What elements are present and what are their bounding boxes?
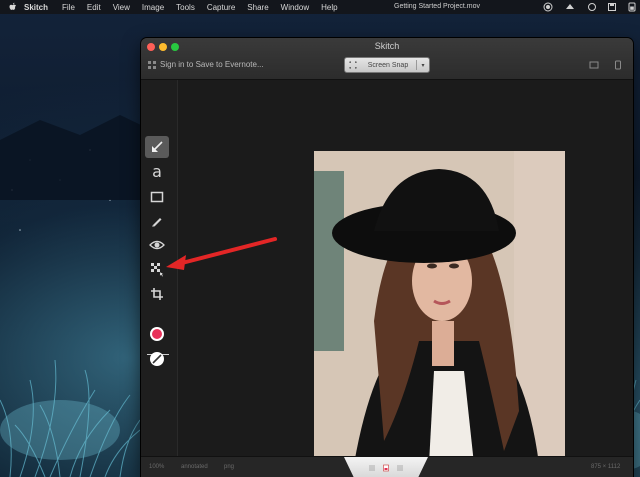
arrow-tool-icon <box>152 141 163 152</box>
lines-right-icon <box>397 465 403 470</box>
window-titlebar: Skitch Sign in to Save to Evernote... Sc… <box>141 38 633 80</box>
crop-tool-button[interactable] <box>145 283 169 305</box>
menu-file[interactable]: File <box>62 3 75 12</box>
red-annotation-arrow <box>166 237 277 270</box>
lines-icon <box>369 465 375 470</box>
status-bar: 100% annotated png 875 × 1112 <box>141 456 633 477</box>
menu-view[interactable]: View <box>113 3 130 12</box>
evernote-grid-icon <box>148 60 156 69</box>
menu-image[interactable]: Image <box>142 3 164 12</box>
text-tool-icon: a <box>152 162 162 181</box>
image-size: 875 × 1112 <box>591 464 621 470</box>
menu-capture[interactable]: Capture <box>207 3 235 12</box>
text-tool-button[interactable]: a <box>145 161 169 183</box>
menu-window[interactable]: Window <box>281 3 309 12</box>
crosshair-capture-icon <box>349 61 357 69</box>
skitch-menu-icon[interactable] <box>565 2 575 12</box>
menu-edit[interactable]: Edit <box>87 3 101 12</box>
annotation-mode[interactable]: annotated <box>181 464 208 470</box>
battery-icon[interactable] <box>627 2 637 12</box>
sync-icon[interactable] <box>587 2 597 12</box>
menubar-document-title: Getting Started Project.mov <box>394 3 480 10</box>
expand-icon[interactable] <box>589 60 599 70</box>
record-icon[interactable] <box>543 2 553 12</box>
color-picker-button[interactable] <box>145 323 169 345</box>
chevron-down-icon[interactable]: ▾ <box>417 62 429 69</box>
file-format[interactable]: png <box>224 464 234 470</box>
pen-tool-button[interactable] <box>145 210 169 232</box>
share-icon[interactable] <box>613 60 623 70</box>
evernote-sign-in[interactable]: Sign in to Save to Evernote... <box>148 60 264 69</box>
macos-menu-bar: Skitch File Edit View Image Tools Captur… <box>0 0 640 14</box>
document-icon <box>383 464 389 471</box>
stroke-size-button[interactable] <box>145 348 169 370</box>
menu-help[interactable]: Help <box>321 3 337 12</box>
apple-logo-icon[interactable] <box>8 2 18 12</box>
color-swatch-icon <box>150 327 164 341</box>
save-disk-icon[interactable] <box>607 2 617 12</box>
zoom-level[interactable]: 100% <box>149 464 164 470</box>
drag-share-tab[interactable] <box>344 457 428 477</box>
menu-share[interactable]: Share <box>247 3 268 12</box>
screen-snap-button[interactable]: Screen Snap ▾ <box>344 57 430 73</box>
pen-icon <box>152 218 162 227</box>
arrow-tool-button[interactable] <box>145 136 169 158</box>
screen-snap-label: Screen Snap <box>367 61 409 69</box>
window-title: Skitch <box>374 41 400 51</box>
menu-tools[interactable]: Tools <box>176 3 195 12</box>
woman-in-hat-image <box>314 151 565 464</box>
line-width-icon <box>150 352 164 366</box>
crop-icon <box>151 288 163 300</box>
menu-app-skitch[interactable]: Skitch <box>24 3 48 12</box>
rectangle-icon <box>150 191 164 203</box>
portrait-photo[interactable] <box>314 151 565 464</box>
evernote-sign-in-label: Sign in to Save to Evernote... <box>160 60 264 69</box>
shape-tool-button[interactable] <box>145 186 169 208</box>
